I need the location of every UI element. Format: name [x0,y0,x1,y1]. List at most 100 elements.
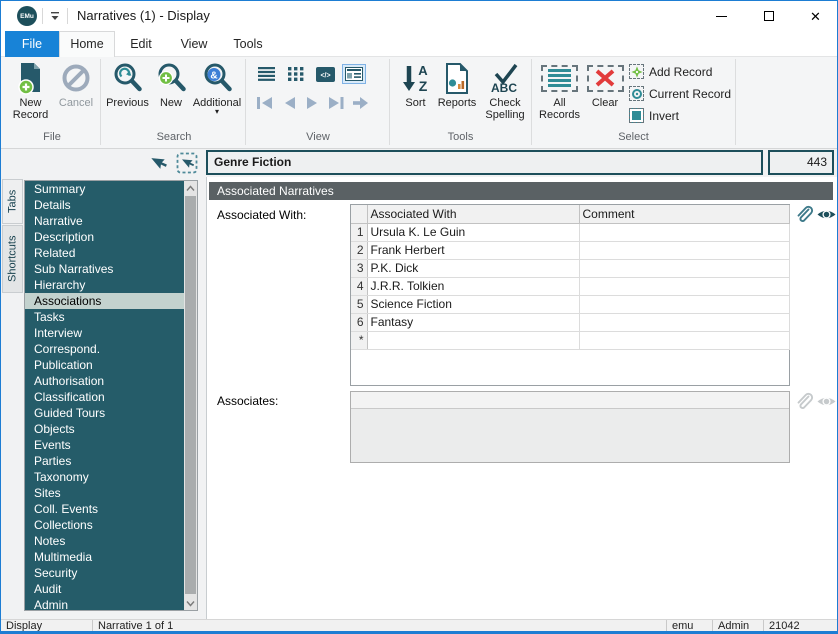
row-number[interactable]: 1 [351,223,368,242]
new-record-button[interactable]: New Record [7,60,54,121]
tab-view[interactable]: View [167,31,221,57]
tab-home[interactable]: Home [59,31,115,57]
sidebar-item-description[interactable]: Description [25,229,185,245]
scroll-up-icon[interactable] [184,181,197,195]
check-spelling-button[interactable]: ABC Check Spelling [479,60,531,121]
associates-field[interactable] [350,391,790,463]
select-region-icon[interactable] [176,152,198,174]
tab-edit[interactable]: Edit [115,31,167,57]
sidebar-item-security[interactable]: Security [25,565,185,581]
sidebar-item-parties[interactable]: Parties [25,453,185,469]
search-new-icon [155,60,188,96]
sidebar-scrollbar[interactable] [184,181,197,610]
row-number[interactable]: 2 [351,241,368,260]
cell-comment[interactable] [579,223,790,242]
record-irn-field[interactable]: 443 [768,150,834,175]
scrollbar-thumb[interactable] [185,196,196,594]
sidebar-item-authorisation[interactable]: Authorisation [25,373,185,389]
close-button[interactable]: ✕ [792,1,837,31]
sidebar-item-tasks[interactable]: Tasks [25,309,185,325]
sidebar-item-events[interactable]: Events [25,437,185,453]
sidebar-item-sites[interactable]: Sites [25,485,185,501]
view-grid-button[interactable] [284,64,308,84]
sidebar-item-interview[interactable]: Interview [25,325,185,341]
all-records-button[interactable]: All Records [535,60,584,121]
sidebar-item-coll-events[interactable]: Coll. Events [25,501,185,517]
cell-associated-with[interactable]: Fantasy [367,313,580,332]
cell-comment[interactable] [579,277,790,296]
cell-associated-with[interactable]: Frank Herbert [367,241,580,260]
sidebar-item-admin[interactable]: Admin [25,597,185,610]
sidebar-item-details[interactable]: Details [25,197,185,213]
cancel-button[interactable]: Cancel [54,60,98,109]
sidebar-item-collections[interactable]: Collections [25,517,185,533]
tab-file[interactable]: File [5,31,59,57]
cell-comment[interactable] [579,331,790,350]
cell-associated-with[interactable]: Science Fiction [367,295,580,314]
sidebar-item-audit[interactable]: Audit [25,581,185,597]
column-header-comment[interactable]: Comment [579,205,790,224]
cell-associated-with[interactable] [367,331,580,350]
row-number[interactable]: 6 [351,313,368,332]
new-row-marker[interactable]: * [351,331,368,350]
minimize-button[interactable] [698,1,745,31]
maximize-button[interactable] [745,1,792,31]
attach-icon-disabled [793,390,814,413]
current-record-button[interactable]: Current Record [629,86,731,101]
sidebar-item-taxonomy[interactable]: Taxonomy [25,469,185,485]
sidebar-item-multimedia[interactable]: Multimedia [25,549,185,565]
associates-label: Associates: [217,394,279,408]
tab-tools[interactable]: Tools [221,31,275,57]
sidebar-item-sub-narratives[interactable]: Sub Narratives [25,261,185,277]
row-number[interactable]: 3 [351,259,368,278]
previous-record-icon[interactable] [279,94,298,111]
cell-associated-with[interactable]: Ursula K. Le Guin [367,223,580,242]
clear-selection-button[interactable]: Clear [585,60,625,109]
reports-button[interactable]: Reports [434,60,480,109]
scroll-down-icon[interactable] [184,596,197,610]
vertical-tab-shortcuts[interactable]: Shortcuts [2,225,23,293]
record-title-field[interactable]: Genre Fiction [206,150,763,175]
row-number[interactable]: 4 [351,277,368,296]
search-previous-button[interactable]: Previous [104,60,151,109]
sidebar-item-summary[interactable]: Summary [25,181,185,197]
sidebar-item-objects[interactable]: Objects [25,421,185,437]
last-record-icon[interactable] [327,94,346,111]
add-record-button[interactable]: Add Record [629,64,712,79]
vertical-tab-tabs[interactable]: Tabs [2,179,23,224]
emu-logo-icon[interactable]: EMu [17,6,37,26]
sidebar-item-guided-tours[interactable]: Guided Tours [25,405,185,421]
sidebar-item-related[interactable]: Related [25,245,185,261]
cell-associated-with[interactable]: J.R.R. Tolkien [367,277,580,296]
cell-comment[interactable] [579,295,790,314]
column-header-associated-with[interactable]: Associated With [367,205,580,224]
first-record-icon[interactable] [255,94,274,111]
sort-button[interactable]: A Z Sort [397,60,434,109]
sidebar-item-correspond[interactable]: Correspond. [25,341,185,357]
cell-comment[interactable] [579,313,790,332]
associated-with-label: Associated With: [217,208,307,222]
sidebar-item-associations[interactable]: Associations [25,293,185,309]
select-pointer-icon[interactable] [149,153,168,173]
cell-associated-with[interactable]: P.K. Dick [367,259,580,278]
row-number[interactable]: 5 [351,295,368,314]
invert-selection-button[interactable]: Invert [629,108,679,123]
svg-text:</>: </> [320,72,330,79]
next-record-icon[interactable] [303,94,322,111]
sidebar-item-publication[interactable]: Publication [25,357,185,373]
search-new-button[interactable]: New [152,60,190,109]
view-code-button[interactable]: </> [313,64,337,84]
view-details-button[interactable] [342,64,366,84]
sidebar-item-notes[interactable]: Notes [25,533,185,549]
goto-record-icon[interactable] [351,94,370,111]
view-attachment-icon[interactable] [816,207,837,222]
cell-comment[interactable] [579,259,790,278]
cell-comment[interactable] [579,241,790,260]
sidebar-item-narrative[interactable]: Narrative [25,213,185,229]
quick-access-dropdown-icon[interactable] [49,9,61,23]
sidebar-item-classification[interactable]: Classification [25,389,185,405]
search-additional-button[interactable]: & Additional ▾ [191,60,243,116]
attach-icon[interactable] [793,203,814,226]
view-list-button[interactable] [255,64,279,84]
sidebar-item-hierarchy[interactable]: Hierarchy [25,277,185,293]
